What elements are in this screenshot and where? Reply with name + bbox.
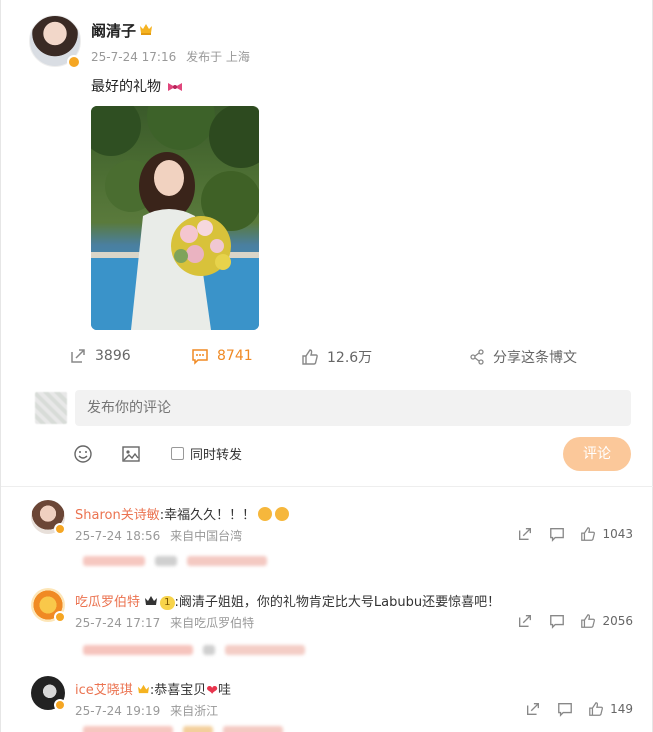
also-repost-label: 同时转发	[190, 448, 243, 463]
verified-badge-icon	[67, 55, 81, 69]
thumbs-up-icon	[581, 527, 596, 541]
blurred-replies	[83, 645, 305, 655]
comment-like-count: 149	[610, 702, 633, 716]
weibo-post-frame: 阚清子 25-7-24 17:16 发布于 上海 最好的礼物 3896 8741…	[0, 0, 653, 732]
repost-count: 3896	[95, 348, 131, 364]
comment-button[interactable]: 8741	[191, 347, 253, 365]
comment-input[interactable]	[75, 390, 631, 426]
repost-icon[interactable]	[517, 613, 533, 629]
celebrate-emoji-icon	[275, 507, 290, 521]
photo-illustration	[91, 106, 259, 330]
commenter-name[interactable]: 吃瓜罗伯特	[75, 595, 140, 610]
comment-content: :恭喜宝贝	[149, 683, 207, 698]
comment-tools: 1043	[517, 526, 633, 542]
reply-icon[interactable]	[557, 701, 573, 717]
comment-tools: 2056	[517, 613, 633, 629]
like-count: 12.6万	[327, 350, 373, 366]
divider	[1, 486, 653, 487]
submit-comment-button[interactable]: 评论	[563, 437, 631, 471]
comment-time: 25-7-24 18:56	[75, 529, 161, 543]
comment-location: 来自吃瓜罗伯特	[170, 616, 255, 630]
post-meta: 25-7-24 17:16 发布于 上海	[91, 48, 256, 65]
blurred-replies	[83, 556, 267, 566]
celebrate-emoji-icon	[258, 507, 273, 521]
post-time[interactable]: 25-7-24 17:16	[91, 50, 176, 64]
comment-like-button[interactable]: 149	[588, 701, 633, 717]
thumbs-up-icon	[302, 349, 318, 365]
comment-meta: 25-7-24 18:56 来自中国台湾	[75, 527, 248, 544]
repost-icon	[71, 349, 85, 363]
comment-content: :幸福久久！！！	[159, 508, 256, 523]
comment-content: :阚清子姐姐，你的礼物肯定比大号Labubu还要惊喜吧！	[174, 595, 501, 610]
crown-icon	[145, 596, 158, 605]
fan-level-badge: 1	[160, 596, 175, 610]
blurred-replies	[83, 726, 283, 732]
verified-badge-icon	[54, 523, 66, 535]
also-repost-toggle[interactable]: 同时转发	[171, 444, 242, 463]
crown-icon	[137, 684, 149, 694]
commenter-name[interactable]: ice艾晓琪	[75, 683, 133, 698]
current-user-avatar	[35, 392, 67, 424]
thumbs-up-icon	[589, 702, 604, 716]
comment-like-count: 2056	[602, 614, 633, 628]
comment-time: 25-7-24 17:17	[75, 616, 161, 630]
reply-icon[interactable]	[549, 526, 565, 542]
comment-meta: 25-7-24 19:19 来自浙江	[75, 702, 224, 719]
comment-text: 吃瓜罗伯特 1:阚清子姐姐，你的礼物肯定比大号Labubu还要惊喜吧！	[75, 591, 500, 610]
comment-location: 来自浙江	[170, 704, 219, 718]
commenter-name[interactable]: Sharon关诗敏	[75, 508, 160, 523]
repost-button[interactable]: 3896	[69, 347, 131, 365]
post-text: 最好的礼物	[91, 76, 183, 96]
comment-icon	[192, 349, 208, 365]
comment-like-count: 1043	[602, 527, 633, 541]
share-button[interactable]: 分享这条博文	[469, 347, 577, 367]
comment-count: 8741	[217, 348, 253, 364]
verified-badge-icon	[54, 699, 66, 711]
repost-icon[interactable]	[525, 701, 541, 717]
comment-meta: 25-7-24 17:17 来自吃瓜罗伯特	[75, 614, 260, 631]
like-button[interactable]: 12.6万	[301, 347, 372, 367]
share-label: 分享这条博文	[493, 350, 577, 366]
image-icon[interactable]	[121, 444, 141, 464]
post-action-bar: 3896 8741 12.6万 分享这条博文	[1, 345, 653, 371]
comment-time: 25-7-24 19:19	[75, 704, 161, 718]
emoji-icon[interactable]	[73, 444, 93, 464]
post-photo[interactable]	[91, 106, 259, 330]
comment-location: 来自中国台湾	[170, 529, 243, 543]
comment-text: Sharon关诗敏:幸福久久！！！	[75, 504, 290, 523]
author-name[interactable]: 阚清子	[91, 20, 136, 41]
red-heart-icon: ❤	[206, 683, 219, 699]
comment-content-suffix: 哇	[218, 683, 232, 698]
pink-bow-icon	[168, 83, 183, 91]
thumbs-up-icon	[581, 614, 596, 628]
comment-tools: 149	[525, 701, 633, 717]
also-repost-checkbox[interactable]	[171, 447, 184, 460]
share-icon	[470, 349, 484, 365]
crown-icon	[140, 24, 152, 35]
reply-icon[interactable]	[549, 613, 565, 629]
comment-like-button[interactable]: 2056	[580, 613, 633, 629]
post-location: 发布于 上海	[186, 50, 250, 64]
comment-text: ice艾晓琪 :恭喜宝贝❤哇	[75, 679, 231, 699]
repost-icon[interactable]	[517, 526, 533, 542]
comment-like-button[interactable]: 1043	[580, 526, 633, 542]
post-text-content: 最好的礼物	[91, 79, 161, 95]
verified-badge-icon	[54, 611, 66, 623]
